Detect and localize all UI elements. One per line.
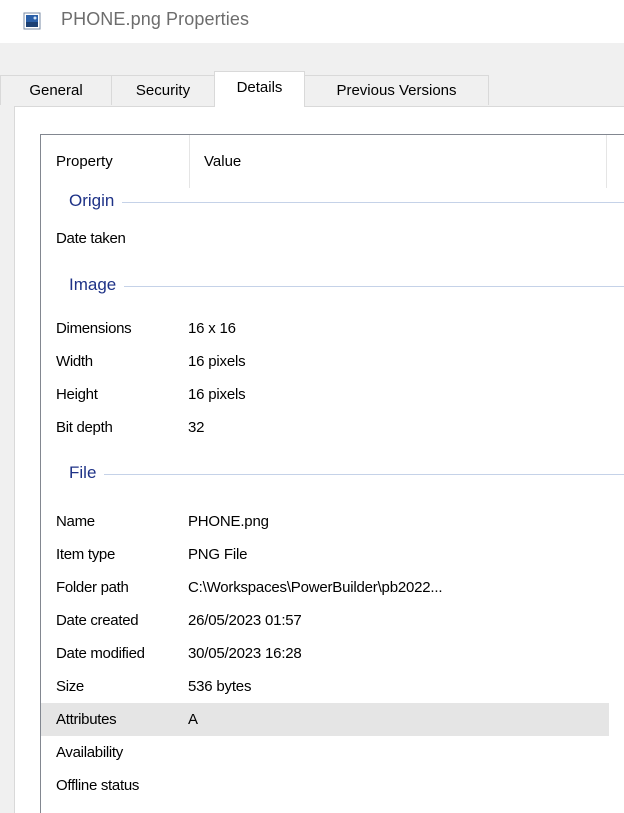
- tab-previous-versions[interactable]: Previous Versions: [304, 75, 489, 105]
- property-name: Height: [56, 386, 98, 403]
- image-file-icon: [23, 12, 41, 30]
- properties-window: PHONE.png Properties General Security De…: [0, 0, 624, 813]
- list-item-folder-path[interactable]: Folder path C:\Workspaces\PowerBuilder\p…: [41, 571, 609, 604]
- tab-general[interactable]: General: [0, 75, 112, 105]
- property-name: Width: [56, 353, 93, 370]
- window-title: PHONE.png Properties: [61, 9, 250, 29]
- column-header-property[interactable]: Property: [41, 135, 189, 188]
- list-item-date-modified[interactable]: Date modified 30/05/2023 16:28: [41, 637, 609, 670]
- property-name: Name: [56, 513, 95, 530]
- property-value: 16 pixels: [188, 353, 246, 370]
- property-name: Bit depth: [56, 419, 113, 436]
- group-origin: Origin: [41, 188, 624, 218]
- property-value: 26/05/2023 01:57: [188, 612, 302, 629]
- group-label: Image: [69, 275, 125, 295]
- tab-details[interactable]: Details: [214, 71, 305, 107]
- list-item-availability[interactable]: Availability: [41, 736, 609, 769]
- property-name: Offline status: [56, 777, 140, 794]
- property-name: Size: [56, 678, 84, 695]
- list-item-date-taken[interactable]: Date taken: [41, 222, 609, 255]
- list-item-item-type[interactable]: Item type PNG File: [41, 538, 609, 571]
- property-name: Availability: [56, 744, 123, 761]
- group-image: Image: [41, 272, 624, 302]
- property-value: A: [188, 711, 198, 728]
- property-name: Date taken: [56, 230, 126, 247]
- property-value: C:\Workspaces\PowerBuilder\pb2022...: [188, 579, 443, 596]
- property-value: PNG File: [188, 546, 248, 563]
- details-list[interactable]: Property Value Origin Date taken Image D…: [40, 134, 624, 813]
- property-value: 16 x 16: [188, 320, 236, 337]
- property-name: Attributes: [56, 711, 117, 728]
- list-item-bit-depth[interactable]: Bit depth 32: [41, 411, 609, 444]
- list-header: Property Value: [41, 135, 624, 188]
- tab-strip: General Security Details Previous Versio…: [0, 71, 624, 107]
- list-item-width[interactable]: Width 16 pixels: [41, 345, 609, 378]
- list-item-name[interactable]: Name PHONE.png: [41, 505, 609, 538]
- tab-security[interactable]: Security: [111, 75, 215, 105]
- group-label: Origin: [69, 191, 123, 211]
- title-bar[interactable]: PHONE.png Properties: [0, 0, 624, 43]
- list-item-size[interactable]: Size 536 bytes: [41, 670, 609, 703]
- list-item-offline-status[interactable]: Offline status: [41, 769, 609, 802]
- group-divider-line: [69, 286, 624, 287]
- property-value: 536 bytes: [188, 678, 252, 695]
- list-item-attributes[interactable]: Attributes A: [41, 703, 609, 736]
- property-value: 32: [188, 419, 205, 436]
- property-name: Dimensions: [56, 320, 132, 337]
- column-divider[interactable]: [606, 135, 607, 188]
- list-item-dimensions[interactable]: Dimensions 16 x 16: [41, 312, 609, 345]
- property-name: Date modified: [56, 645, 145, 662]
- property-name: Date created: [56, 612, 139, 629]
- group-divider-line: [69, 474, 624, 475]
- property-name: Item type: [56, 546, 115, 563]
- column-header-value[interactable]: Value: [189, 135, 606, 188]
- property-value: 16 pixels: [188, 386, 246, 403]
- property-value: 30/05/2023 16:28: [188, 645, 302, 662]
- list-item-height[interactable]: Height 16 pixels: [41, 378, 609, 411]
- group-label: File: [69, 463, 105, 483]
- group-divider-line: [69, 202, 624, 203]
- property-value: PHONE.png: [188, 513, 269, 530]
- property-name: Folder path: [56, 579, 129, 596]
- list-item-date-created[interactable]: Date created 26/05/2023 01:57: [41, 604, 609, 637]
- group-file: File: [41, 460, 624, 490]
